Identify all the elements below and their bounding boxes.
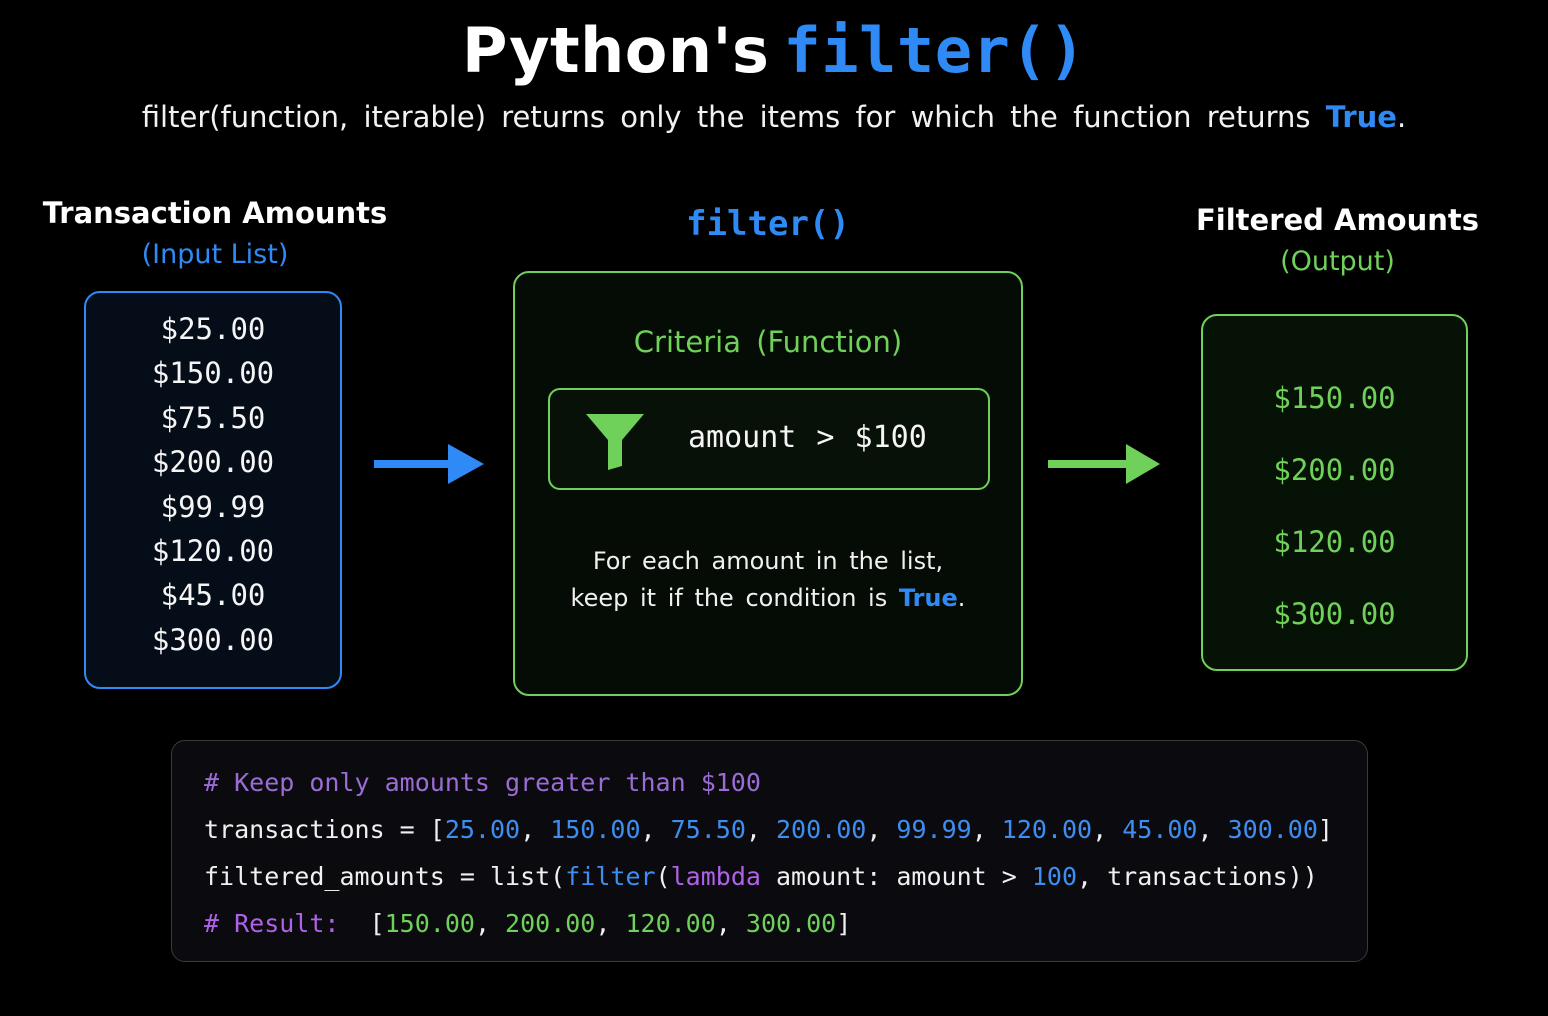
- code-number: 300.00: [1227, 815, 1318, 844]
- input-item: $200.00: [151, 445, 275, 480]
- code-var-transactions: transactions = [: [204, 815, 445, 844]
- code-number: 100: [1031, 862, 1078, 891]
- page-title: Python's filter(): [0, 14, 1548, 87]
- code-block: # Keep only amounts greater than $100 tr…: [171, 740, 1368, 962]
- code-number: 120.00: [1001, 815, 1093, 844]
- code-number: 150.00: [550, 815, 641, 844]
- input-list-box: $25.00 $150.00 $75.50 $200.00 $99.99 $12…: [84, 291, 342, 689]
- subtitle-main: filter(function, iterable) returns only …: [141, 100, 1311, 134]
- input-item: $25.00: [160, 312, 266, 346]
- output-item: $200.00: [1273, 453, 1396, 487]
- code-line-end: , transactions)): [1077, 862, 1318, 891]
- code-number: 99.99: [896, 815, 972, 844]
- output-subtitle: (Output): [1280, 246, 1395, 277]
- code-result-number: 300.00: [745, 909, 837, 938]
- input-item: $300.00: [151, 622, 275, 657]
- input-title: Transaction Amounts: [42, 196, 388, 230]
- filter-box: Criteria (Function) amount > $100 For ea…: [513, 271, 1023, 696]
- description-line-2-text: keep it if the condition is: [570, 584, 888, 612]
- title-function: filter(): [783, 14, 1087, 87]
- code-result-number: 150.00: [384, 909, 475, 938]
- input-item: $150.00: [151, 356, 275, 391]
- code-result-number: 200.00: [505, 909, 596, 938]
- output-title: Filtered Amounts: [1195, 203, 1480, 237]
- input-item: $120.00: [151, 534, 275, 569]
- description-line-1: For each amount in the list,: [592, 547, 944, 575]
- description-line-2: keep it if the condition is True.: [515, 580, 1021, 617]
- output-item: $150.00: [1273, 381, 1396, 415]
- code-keyword-lambda: lambda: [670, 862, 761, 891]
- input-subtitle: (Input List): [141, 239, 289, 270]
- code-func-filter: filter: [565, 862, 656, 891]
- output-item: $300.00: [1273, 597, 1396, 631]
- code-var-filtered: filtered_amounts = list(: [204, 862, 566, 891]
- criteria-label: Criteria (Function): [633, 325, 903, 359]
- code-result-label: # Result:: [204, 909, 340, 938]
- output-heading: Filtered Amounts (Output): [1180, 200, 1495, 282]
- filter-heading: filter(): [686, 204, 850, 244]
- page-subtitle: filter(function, iterable) returns only …: [0, 100, 1548, 134]
- input-item: $75.50: [160, 400, 266, 435]
- code-line-transactions: transactions = [25.00, 150.00, 75.50, 20…: [204, 815, 1333, 844]
- subtitle-end: .: [1396, 100, 1407, 134]
- code-line-result: # Result: [150.00, 200.00, 120.00, 300.0…: [204, 909, 852, 938]
- title-prefix: Python's: [461, 14, 770, 87]
- output-item: $120.00: [1273, 525, 1396, 559]
- filter-description: For each amount in the list, keep it if …: [515, 543, 1021, 617]
- description-true: True: [898, 584, 958, 612]
- code-number: 25.00: [444, 815, 521, 844]
- input-item: $45.00: [160, 578, 266, 613]
- code-number: 45.00: [1122, 815, 1198, 844]
- arrow-right-icon: [1048, 444, 1160, 484]
- funnel-icon: [586, 414, 644, 470]
- code-line-filter: filtered_amounts = list(filter(lambda am…: [204, 862, 1318, 891]
- condition-text: amount > $100: [688, 420, 927, 455]
- arrow-right-icon: [374, 444, 484, 484]
- code-comment: # Keep only amounts greater than $100: [204, 768, 761, 797]
- subtitle-true: True: [1325, 100, 1397, 134]
- criteria-box: amount > $100: [548, 388, 990, 490]
- code-number: 75.50: [670, 815, 746, 844]
- input-heading: Transaction Amounts (Input List): [40, 193, 390, 275]
- description-end: .: [957, 584, 966, 612]
- code-lambda-body: amount: amount >: [760, 862, 1032, 891]
- code-result-number: 120.00: [625, 909, 716, 938]
- output-list-box: $150.00 $200.00 $120.00 $300.00: [1201, 314, 1468, 671]
- input-item: $99.99: [160, 489, 266, 524]
- code-number: 200.00: [776, 815, 867, 844]
